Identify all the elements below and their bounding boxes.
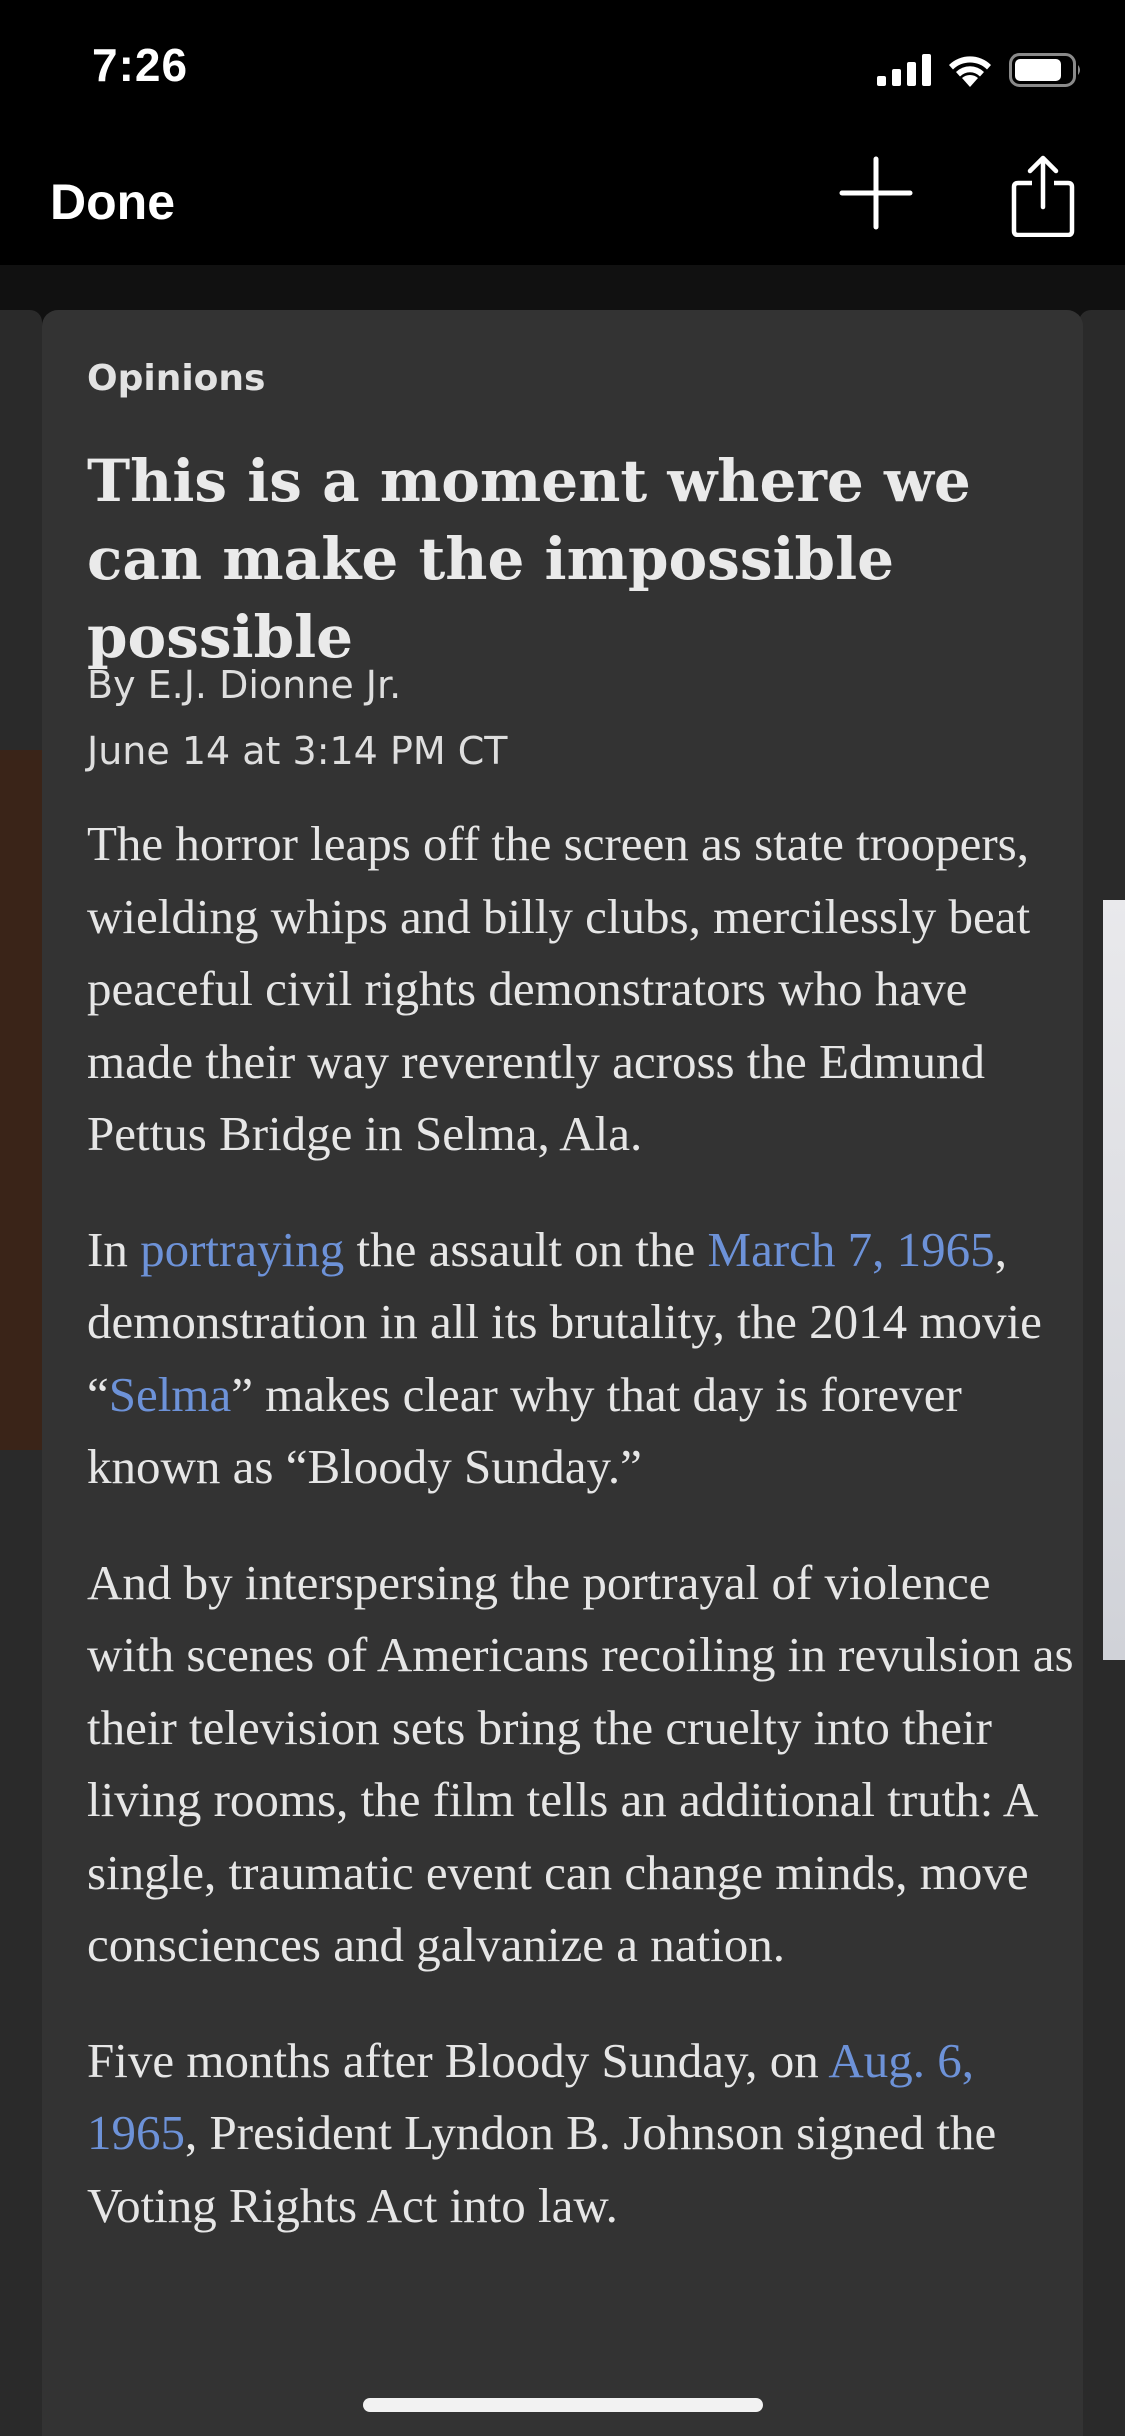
- share-icon[interactable]: [1010, 153, 1076, 237]
- plus-icon[interactable]: [838, 155, 914, 231]
- article-body: The horror leaps off the screen as state…: [87, 808, 1077, 2285]
- paragraph-text: In: [87, 1221, 141, 1277]
- paragraph-text: the assault on the: [344, 1221, 708, 1277]
- inline-link[interactable]: March 7, 1965: [708, 1222, 995, 1277]
- status-bar: 7:26: [0, 0, 1125, 135]
- inline-link[interactable]: Selma: [109, 1367, 231, 1422]
- background-card-right: [1079, 310, 1125, 2436]
- paragraph-text: Five months after Bloody Sunday, on: [87, 2032, 829, 2088]
- paragraph-text: The horror leaps off the screen as state…: [87, 816, 1031, 1161]
- publish-date: June 14 at 3:14 PM CT: [87, 729, 508, 773]
- byline: By E.J. Dionne Jr. June 14 at 3:14 PM CT: [87, 652, 507, 784]
- inline-link[interactable]: portraying: [140, 1222, 344, 1277]
- author: By E.J. Dionne Jr.: [87, 663, 402, 707]
- article-paragraph: Five months after Bloody Sunday, on Aug.…: [87, 2025, 1077, 2243]
- article-paragraph: In portraying the assault on the March 7…: [87, 1214, 1077, 1504]
- article-headline: This is a moment where we can make the i…: [87, 447, 971, 671]
- article-paragraph: And by interspersing the portrayal of vi…: [87, 1547, 1077, 1982]
- paragraph-text: , President Lyndon B. Johnson signed the…: [87, 2105, 997, 2233]
- article-paragraph: The horror leaps off the screen as state…: [87, 808, 1077, 1171]
- background-image-right: [1103, 900, 1125, 1660]
- background-card-left: [0, 310, 42, 2436]
- navigation-bar: Done: [0, 135, 1125, 265]
- battery-icon: [1009, 53, 1080, 87]
- done-button[interactable]: Done: [50, 173, 175, 231]
- status-icons: [877, 48, 1083, 92]
- paragraph-text: And by interspersing the portrayal of vi…: [87, 1554, 1074, 1973]
- home-indicator[interactable]: [363, 2398, 763, 2412]
- background-image-left: [0, 750, 42, 1450]
- article-card[interactable]: Opinions This is a moment where we can m…: [42, 310, 1083, 2436]
- wifi-icon: [949, 56, 991, 87]
- status-time: 7:26: [92, 39, 189, 91]
- cellular-signal-icon: [877, 54, 931, 86]
- section-label[interactable]: Opinions: [87, 358, 265, 399]
